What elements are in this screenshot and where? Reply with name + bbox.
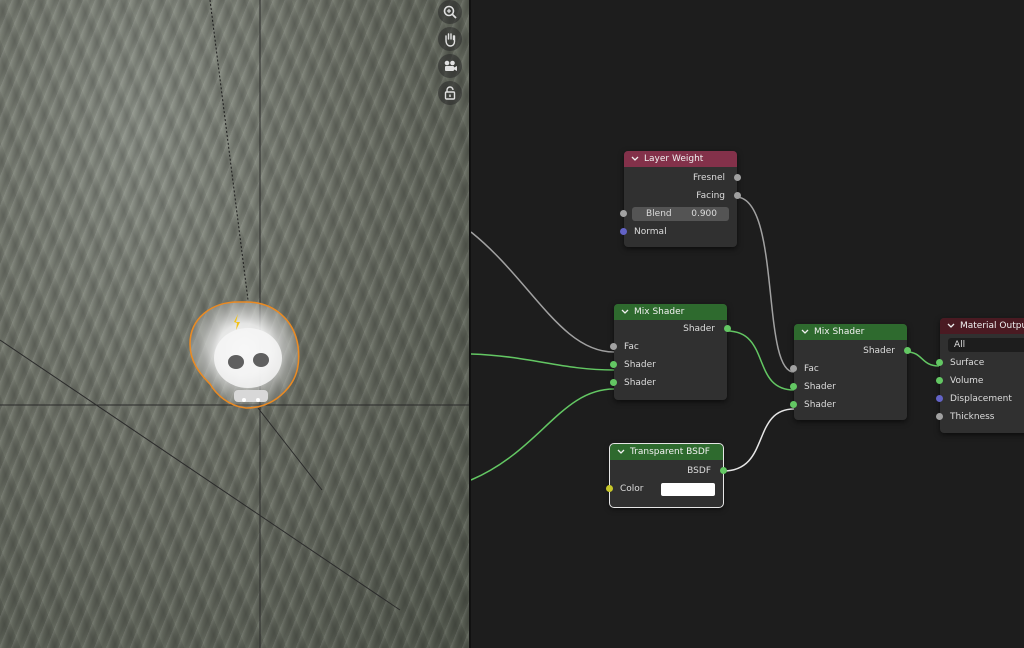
camera-icon[interactable]	[438, 54, 462, 78]
output-socket[interactable]	[734, 192, 741, 199]
input-row: Normal	[620, 223, 737, 241]
output-label: Fresnel	[693, 173, 725, 183]
blend-field[interactable]: Blend 0.900	[632, 207, 729, 221]
input-row: Shader	[610, 356, 727, 374]
material-output-node[interactable]: Material Output All Surface Volume Displ…	[936, 318, 1024, 433]
input-socket[interactable]	[790, 383, 797, 390]
input-label: Shader	[804, 382, 836, 392]
target-dropdown[interactable]: All	[948, 338, 1024, 352]
input-label: Fac	[804, 364, 819, 374]
output-row: Fresnel	[624, 169, 741, 187]
output-label: BSDF	[687, 466, 711, 476]
input-label: Color	[620, 484, 644, 494]
field-label: Blend	[646, 209, 672, 219]
node-title: Layer Weight	[644, 154, 704, 164]
color-swatch[interactable]	[661, 483, 715, 496]
input-socket[interactable]	[606, 485, 613, 492]
node-title: Mix Shader	[814, 327, 865, 337]
chevron-down-icon[interactable]	[800, 327, 810, 337]
input-row: Fac	[610, 338, 727, 356]
dropdown-value: All	[954, 340, 966, 350]
input-label: Thickness	[950, 412, 995, 422]
input-label: Shader	[804, 400, 836, 410]
input-socket[interactable]	[936, 395, 943, 402]
selected-skull-object[interactable]	[186, 296, 306, 416]
input-socket[interactable]	[610, 343, 617, 350]
3d-viewport[interactable]	[0, 0, 469, 648]
input-row: Volume	[936, 372, 1024, 390]
node-header[interactable]: Mix Shader	[614, 304, 727, 320]
output-label: Shader	[683, 324, 715, 334]
input-row: Shader	[610, 374, 727, 392]
link-mix1-mix2	[726, 330, 795, 391]
input-row: Thickness	[936, 408, 1024, 426]
input-label: Surface	[950, 358, 985, 368]
input-socket[interactable]	[936, 413, 943, 420]
light-direction-line	[209, 0, 249, 301]
transparent-bsdf-node[interactable]: Transparent BSDF BSDF Color	[606, 443, 727, 508]
link-shader-b	[471, 388, 615, 481]
input-label: Volume	[950, 376, 984, 386]
color-row: Color	[606, 480, 723, 498]
input-socket[interactable]	[610, 361, 617, 368]
output-label: Facing	[696, 191, 725, 201]
node-header[interactable]: Material Output	[940, 318, 1024, 334]
input-label: Fac	[624, 342, 639, 352]
node-title: Mix Shader	[634, 307, 685, 317]
output-row: Shader	[794, 342, 911, 360]
output-socket[interactable]	[720, 467, 727, 474]
shader-node-editor[interactable]: Layer Weight Fresnel Facing Blend 0.900 …	[471, 0, 1024, 648]
input-label: Shader	[624, 378, 656, 388]
input-label: Normal	[634, 227, 667, 237]
node-header[interactable]: Mix Shader	[794, 324, 907, 340]
input-row: Surface	[936, 354, 1024, 372]
input-socket[interactable]	[790, 401, 797, 408]
node-title: Transparent BSDF	[630, 447, 710, 457]
link-fac-1	[471, 231, 615, 353]
input-row: Shader	[790, 378, 907, 396]
link-shader-a	[471, 353, 615, 371]
output-row: Facing	[624, 187, 741, 205]
output-socket[interactable]	[904, 347, 911, 354]
blend-row: Blend 0.900	[620, 205, 737, 223]
mix-shader-node[interactable]: Mix Shader Shader Fac Shader Shader	[790, 324, 911, 420]
target-row: All	[940, 336, 1024, 354]
hand-pan-icon[interactable]	[438, 27, 462, 51]
node-header[interactable]: Layer Weight	[624, 151, 737, 167]
field-value: 0.900	[691, 209, 717, 219]
viewport-navigation	[438, 0, 464, 108]
node-title: Material Output	[960, 321, 1024, 331]
input-label: Shader	[624, 360, 656, 370]
chevron-down-icon[interactable]	[620, 307, 630, 317]
output-row: Shader	[614, 320, 731, 338]
chevron-down-icon[interactable]	[630, 154, 640, 164]
empty-line	[257, 407, 323, 491]
output-label: Shader	[863, 346, 895, 356]
node-header[interactable]: Transparent BSDF	[610, 444, 723, 460]
link-facing-fac	[736, 196, 795, 373]
link-mix2-output	[906, 351, 940, 367]
output-socket[interactable]	[734, 174, 741, 181]
input-socket[interactable]	[610, 379, 617, 386]
chevron-down-icon[interactable]	[946, 321, 956, 331]
input-socket[interactable]	[936, 359, 943, 366]
input-socket[interactable]	[790, 365, 797, 372]
link-bsdf-mix2	[722, 408, 795, 472]
lock-icon[interactable]	[438, 81, 462, 105]
input-row: Fac	[790, 360, 907, 378]
input-row: Displacement	[936, 390, 1024, 408]
input-socket[interactable]	[936, 377, 943, 384]
input-socket[interactable]	[620, 228, 627, 235]
chevron-down-icon[interactable]	[616, 447, 626, 457]
input-label: Displacement	[950, 394, 1012, 404]
output-row: BSDF	[610, 462, 727, 480]
input-socket[interactable]	[620, 210, 627, 217]
output-socket[interactable]	[724, 325, 731, 332]
mix-shader-node[interactable]: Mix Shader Shader Fac Shader Shader	[610, 304, 731, 400]
zoom-icon[interactable]	[438, 0, 462, 24]
layer-weight-node[interactable]: Layer Weight Fresnel Facing Blend 0.900 …	[620, 151, 741, 247]
input-row: Shader	[790, 396, 907, 414]
